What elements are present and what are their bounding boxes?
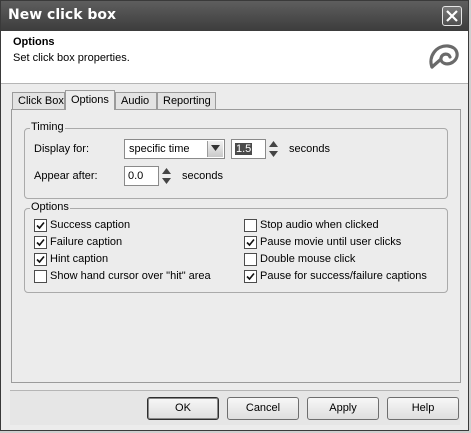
- hand-cursor-label: Show hand cursor over "hit" area: [50, 270, 211, 282]
- timing-group: Timing Display for: specific time 1.5 se…: [24, 121, 448, 199]
- appear-after-label: Appear after:: [34, 170, 98, 182]
- spin-down-icon[interactable]: [162, 178, 171, 184]
- tab-reporting[interactable]: Reporting: [157, 92, 216, 109]
- button-bar: OK Cancel Apply Help: [10, 391, 460, 425]
- appear-after-input[interactable]: 0.0: [124, 166, 159, 186]
- spin-down-icon[interactable]: [269, 151, 278, 157]
- window-title: New click box: [8, 7, 117, 23]
- stop-audio-label: Stop audio when clicked: [260, 219, 379, 231]
- success-caption-label: Success caption: [50, 219, 131, 231]
- display-for-label: Display for:: [34, 143, 90, 155]
- dialog-window: New click box Options Set click box prop…: [0, 0, 469, 431]
- chevron-down-icon: [211, 145, 220, 151]
- checkmark-icon: [246, 238, 255, 247]
- failure-caption-label: Failure caption: [50, 236, 123, 248]
- spin-up-icon[interactable]: [269, 141, 278, 147]
- display-for-value: specific time: [129, 143, 190, 155]
- spin-up-icon[interactable]: [162, 168, 171, 174]
- help-button[interactable]: Help: [387, 397, 459, 420]
- apply-button[interactable]: Apply: [307, 397, 379, 420]
- cancel-button[interactable]: Cancel: [227, 397, 299, 420]
- appear-after-value: 0.0: [128, 170, 144, 182]
- pause-movie-label: Pause movie until user clicks: [260, 236, 402, 248]
- dialog-header: Options Set click box properties.: [1, 31, 468, 84]
- appear-units-label: seconds: [182, 170, 223, 182]
- title-bar[interactable]: New click box: [1, 1, 468, 31]
- tab-audio[interactable]: Audio: [115, 92, 157, 109]
- captivate-logo-icon: [429, 44, 459, 69]
- double-click-label: Double mouse click: [260, 253, 356, 265]
- display-for-dropdown[interactable]: specific time: [124, 139, 225, 159]
- tab-click-box[interactable]: Click Box: [12, 92, 65, 109]
- display-time-stepper[interactable]: [268, 139, 279, 159]
- close-icon: [446, 10, 458, 22]
- options-tab-panel: Timing Display for: specific time 1.5 se…: [11, 109, 461, 383]
- appear-after-stepper[interactable]: [161, 166, 172, 186]
- checkmark-icon: [246, 272, 255, 281]
- close-button[interactable]: [442, 6, 462, 26]
- timing-group-label: Timing: [30, 121, 65, 133]
- checkmark-icon: [36, 238, 45, 247]
- hint-caption-label: Hint caption: [50, 253, 109, 265]
- display-units-label: seconds: [289, 143, 330, 155]
- ok-button[interactable]: OK: [147, 397, 219, 420]
- tab-options[interactable]: Options: [65, 90, 115, 110]
- checkmark-icon: [36, 221, 45, 230]
- header-title: Options: [13, 36, 55, 48]
- options-group: Options Success caption Failure caption …: [24, 201, 448, 293]
- header-subtitle: Set click box properties.: [13, 52, 130, 64]
- pause-captions-label: Pause for success/failure captions: [260, 270, 427, 282]
- checkmark-icon: [36, 255, 45, 264]
- dropdown-arrow-button[interactable]: [207, 141, 223, 157]
- display-time-value: 1.5: [235, 143, 253, 155]
- options-group-label: Options: [30, 201, 70, 213]
- display-time-input[interactable]: 1.5: [231, 139, 266, 159]
